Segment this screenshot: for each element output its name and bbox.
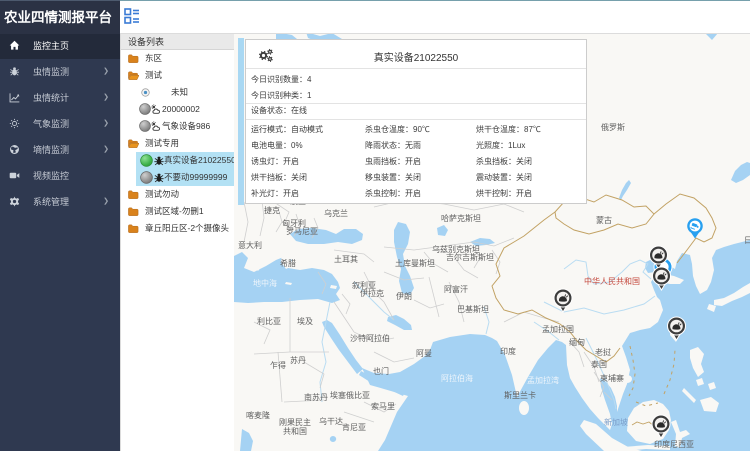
svg-text:阿拉伯海: 阿拉伯海 bbox=[441, 373, 473, 383]
svg-text:肯尼亚: 肯尼亚 bbox=[342, 422, 366, 432]
svg-text:哈萨克斯坦: 哈萨克斯坦 bbox=[441, 213, 481, 223]
svg-text:新加坡: 新加坡 bbox=[604, 417, 628, 427]
svg-text:俄罗斯: 俄罗斯 bbox=[601, 122, 625, 132]
svg-text:柬埔寨: 柬埔寨 bbox=[600, 373, 624, 383]
svg-text:泰国: 泰国 bbox=[591, 359, 607, 369]
svg-text:乍得: 乍得 bbox=[270, 360, 286, 370]
svg-text:希腊: 希腊 bbox=[280, 258, 296, 268]
svg-text:埃塞俄比亚: 埃塞俄比亚 bbox=[330, 390, 370, 400]
svg-text:索马里: 索马里 bbox=[371, 401, 395, 411]
svg-text:捷克: 捷克 bbox=[264, 205, 280, 215]
svg-text:喀麦隆: 喀麦隆 bbox=[246, 410, 270, 420]
svg-text:共和国: 共和国 bbox=[283, 427, 307, 436]
svg-text:孟加拉国: 孟加拉国 bbox=[542, 324, 574, 334]
svg-text:阿富汗: 阿富汗 bbox=[444, 284, 468, 294]
svg-text:刚果民主: 刚果民主 bbox=[279, 417, 311, 427]
svg-text:老挝: 老挝 bbox=[595, 347, 611, 357]
svg-text:利比亚: 利比亚 bbox=[257, 316, 281, 326]
svg-text:缅甸: 缅甸 bbox=[569, 337, 585, 347]
svg-text:印度: 印度 bbox=[500, 346, 516, 356]
svg-text:伊拉克: 伊拉克 bbox=[360, 288, 384, 298]
svg-text:沙特阿拉伯: 沙特阿拉伯 bbox=[350, 333, 390, 343]
svg-text:吉尔吉斯斯坦: 吉尔吉斯斯坦 bbox=[446, 252, 494, 262]
svg-text:印度尼西亚: 印度尼西亚 bbox=[654, 439, 694, 449]
svg-text:也门: 也门 bbox=[373, 366, 389, 376]
svg-text:伊朗: 伊朗 bbox=[396, 291, 412, 301]
svg-text:阿曼: 阿曼 bbox=[416, 349, 432, 358]
svg-text:巴基斯坦: 巴基斯坦 bbox=[457, 304, 489, 314]
svg-text:地中海: 地中海 bbox=[253, 278, 277, 288]
svg-text:意大利: 意大利 bbox=[238, 240, 262, 250]
svg-text:埃及: 埃及 bbox=[297, 316, 313, 326]
svg-text:土耳其: 土耳其 bbox=[334, 254, 358, 264]
svg-text:孟加拉湾: 孟加拉湾 bbox=[527, 375, 559, 385]
svg-text:乌干达: 乌干达 bbox=[319, 416, 343, 426]
svg-text:蒙古: 蒙古 bbox=[596, 215, 612, 225]
svg-text:斯里兰卡: 斯里兰卡 bbox=[504, 390, 536, 400]
svg-text:南苏丹: 南苏丹 bbox=[304, 392, 328, 402]
svg-text:乌克兰: 乌克兰 bbox=[324, 208, 348, 218]
svg-text:苏丹: 苏丹 bbox=[290, 355, 306, 365]
svg-text:罗马尼亚: 罗马尼亚 bbox=[286, 227, 318, 236]
svg-text:土库曼斯坦: 土库曼斯坦 bbox=[395, 258, 435, 268]
svg-text:中华人民共和国: 中华人民共和国 bbox=[584, 276, 640, 286]
svg-text:日: 日 bbox=[744, 236, 750, 245]
